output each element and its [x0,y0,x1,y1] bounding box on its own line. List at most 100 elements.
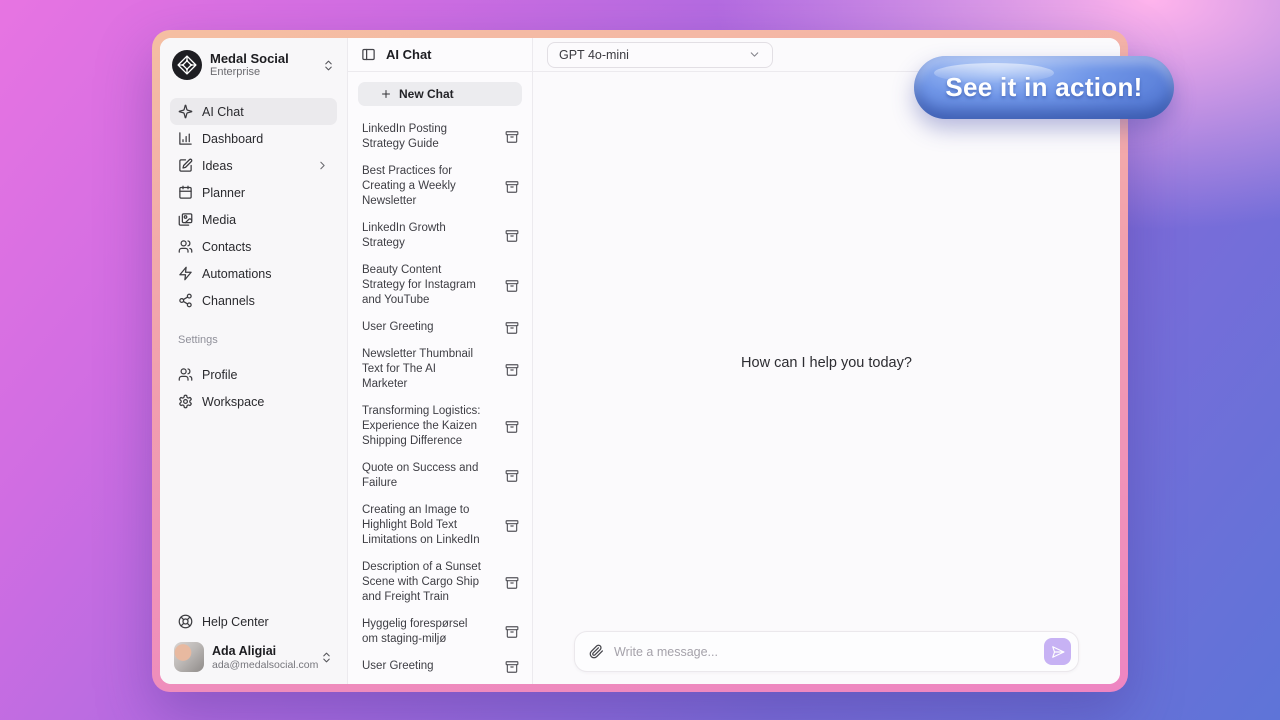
app-window: Medal Social Enterprise AI Chat Dashboar… [152,30,1128,692]
sidebar-item[interactable]: AI Chat [170,98,337,125]
message-composer [574,631,1079,672]
archive-icon[interactable] [505,321,519,335]
users-icon [178,239,193,254]
sidebar-item[interactable]: Profile [170,361,337,388]
chat-history-item[interactable]: Transforming Logistics: Experience the K… [356,398,524,455]
chat-history-item[interactable]: Beauty Content Strategy for Instagram an… [356,257,524,314]
user-name: Ada Aligiai [212,644,312,659]
chat-history-item[interactable]: Hyggelig forespørsel om staging-miljø [356,611,524,653]
chat-history-item[interactable]: User Greeting [356,653,524,680]
chat-history-item[interactable]: LinkedIn Growth Strategy [356,215,524,257]
chevron-right-icon [316,159,329,172]
chat-history-item[interactable]: Creating an Image to Highlight Bold Text… [356,497,524,554]
chat-title: Transforming Logistics: Experience the K… [362,404,484,449]
images-icon [178,212,193,227]
chat-history-panel: AI Chat New Chat LinkedIn Posting Strate… [348,38,533,684]
sidebar-item-label: Contacts [202,240,307,254]
brand-text: Medal Social Enterprise [210,51,314,79]
chat-title: Newsletter Thumbnail Text for The AI Mar… [362,347,484,392]
sidebar-item[interactable]: Media [170,206,337,233]
chat-history-item[interactable]: Description of a Sunset Scene with Cargo… [356,554,524,611]
sidebar-item-label: Channels [202,294,307,308]
archive-icon[interactable] [505,180,519,194]
app-window-content: Medal Social Enterprise AI Chat Dashboar… [160,38,1120,684]
model-selector[interactable]: GPT 4o-mini [547,42,773,68]
chat-history-item[interactable]: User Greeting [356,314,524,341]
brand-plan: Enterprise [210,66,314,79]
calendar-icon [178,185,193,200]
user-account-switcher[interactable]: Ada Aligiai ada@medalsocial.com [170,635,337,676]
main-chat-area: GPT 4o-mini How can I help you today? [533,38,1120,684]
plus-icon [380,88,392,100]
user-email: ada@medalsocial.com [212,659,312,671]
message-input[interactable] [614,645,1034,659]
model-selector-value: GPT 4o-mini [559,48,629,62]
see-it-in-action-badge[interactable]: See it in action! [914,56,1174,119]
sidebar-item-label: Ideas [202,159,307,173]
chat-history-item[interactable]: Best Practices for Creating a Weekly New… [356,158,524,215]
sidebar-item[interactable]: Workspace [170,388,337,415]
medal-social-logo [172,50,202,80]
chat-title: Description of a Sunset Scene with Cargo… [362,560,484,605]
paperclip-icon[interactable] [589,644,604,659]
greeting-text: How can I help you today? [533,355,1120,371]
sidebar-item-label: Workspace [202,395,307,409]
chat-title: LinkedIn Growth Strategy [362,221,484,251]
archive-icon[interactable] [505,519,519,533]
panel-left-icon[interactable] [361,47,376,62]
badge-label: See it in action! [945,72,1142,103]
sidebar-item-label: Dashboard [202,132,307,146]
help-center-button[interactable]: Help Center [170,608,337,635]
sidebar-item-label: AI Chat [202,105,307,119]
help-icon [178,614,193,629]
chevrons-up-down-icon [322,59,335,72]
composer-wrap [533,631,1120,684]
chat-title: LinkedIn Posting Strategy Guide [362,122,484,152]
sidebar-item-label: Planner [202,186,307,200]
send-icon [1051,645,1065,659]
archive-icon[interactable] [505,363,519,377]
square-pen-icon [178,158,193,173]
sidebar-item-label: Automations [202,267,307,281]
chart-icon [178,131,193,146]
sidebar-nav: AI Chat Dashboard Ideas Planner [170,98,337,314]
sidebar-item-label: Profile [202,368,307,382]
sidebar-spacer [170,415,337,608]
chat-history-item[interactable]: Brukerinteraksjon med AI-chatbot [356,680,524,684]
sidebar-item[interactable]: Ideas [170,152,337,179]
users-icon [178,367,193,382]
chat-history-item[interactable]: Newsletter Thumbnail Text for The AI Mar… [356,341,524,398]
gear-icon [178,394,193,409]
archive-icon[interactable] [505,279,519,293]
sidebar-item[interactable]: Contacts [170,233,337,260]
sidebar-item[interactable]: Dashboard [170,125,337,152]
sidebar-item[interactable]: Channels [170,287,337,314]
archive-icon[interactable] [505,576,519,590]
chat-title: Creating an Image to Highlight Bold Text… [362,503,484,548]
sidebar: Medal Social Enterprise AI Chat Dashboar… [160,38,348,684]
archive-icon[interactable] [505,420,519,434]
conversation-area: How can I help you today? [533,72,1120,631]
brand-name: Medal Social [210,51,314,66]
archive-icon[interactable] [505,130,519,144]
zap-icon [178,266,193,281]
sidebar-item[interactable]: Automations [170,260,337,287]
workspace-switcher[interactable]: Medal Social Enterprise [170,48,337,90]
sidebar-item-label: Media [202,213,307,227]
new-chat-button[interactable]: New Chat [358,82,522,106]
archive-icon[interactable] [505,625,519,639]
sidebar-item[interactable]: Planner [170,179,337,206]
settings-section-label: Settings [178,334,329,346]
archive-icon[interactable] [505,660,519,674]
chat-history-item[interactable]: LinkedIn Posting Strategy Guide [356,116,524,158]
chat-history-item[interactable]: Quote on Success and Failure [356,455,524,497]
chat-title: Quote on Success and Failure [362,461,484,491]
chat-title: Beauty Content Strategy for Instagram an… [362,263,484,308]
send-button[interactable] [1044,638,1071,665]
chat-title: Hyggelig forespørsel om staging-miljø [362,617,484,647]
archive-icon[interactable] [505,469,519,483]
chevron-down-icon [748,48,761,61]
chat-panel-header: AI Chat [348,38,532,72]
help-center-label: Help Center [202,615,329,629]
archive-icon[interactable] [505,229,519,243]
